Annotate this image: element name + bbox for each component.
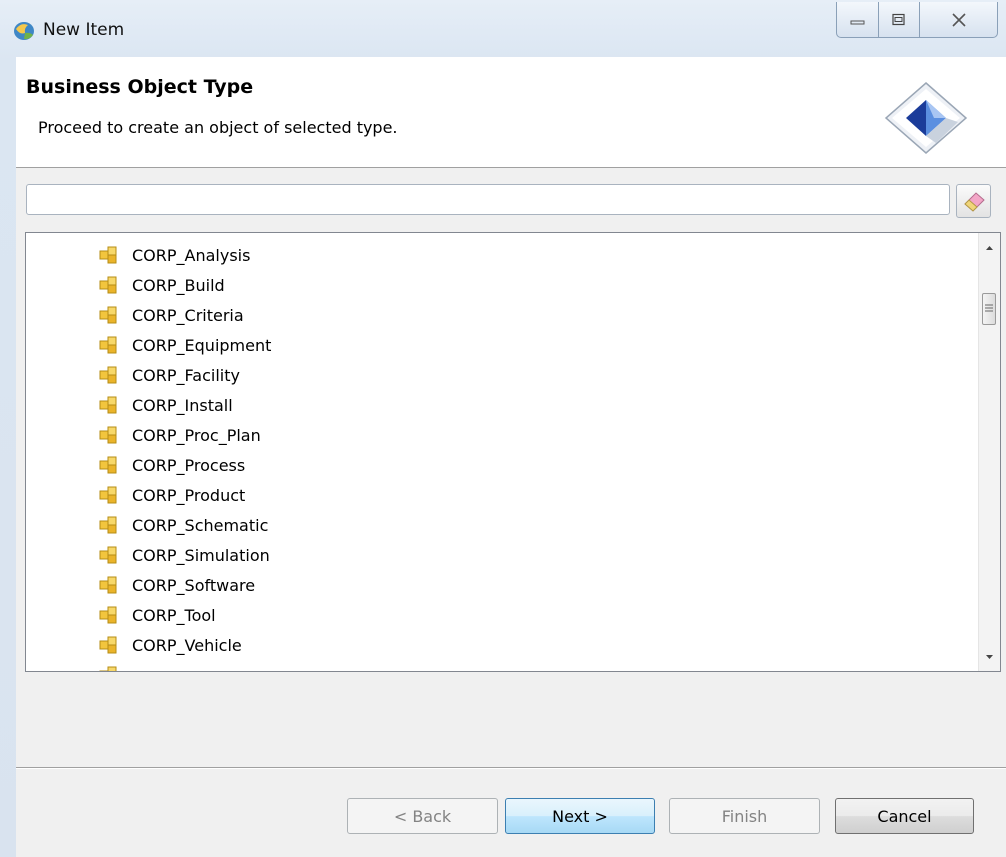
close-button[interactable]: [919, 2, 998, 38]
tree-item[interactable]: CORP_Vehicle: [98, 630, 242, 660]
tree-item-label: CORP_Install: [132, 395, 233, 415]
minimize-icon: [850, 20, 864, 24]
back-button[interactable]: < Back: [347, 798, 498, 834]
business-object-icon: [99, 546, 117, 564]
grip-icon: [985, 304, 993, 312]
business-object-icon: [99, 306, 117, 324]
footer-divider: [16, 767, 1006, 768]
tree-item[interactable]: CORP_Criteria: [98, 300, 244, 330]
tree-item[interactable]: CORP_Build: [98, 270, 225, 300]
finish-button[interactable]: Finish: [669, 798, 820, 834]
business-object-icon: [99, 666, 117, 671]
tree-item-label: CORP_Product: [132, 485, 246, 505]
vertical-scrollbar[interactable]: [978, 233, 1000, 671]
tree-item[interactable]: CORP_Software: [98, 570, 255, 600]
business-object-icon: [99, 276, 117, 294]
business-object-icon: [99, 336, 117, 354]
tree-item[interactable]: CORP_Simulation: [98, 540, 270, 570]
maximize-icon: [892, 13, 905, 25]
maximize-button[interactable]: [878, 2, 920, 38]
new-item-dialog: New Item Business Object Type Proceed to…: [0, 0, 1006, 857]
business-object-icon: [99, 576, 117, 594]
business-object-icon: [99, 426, 117, 444]
dialog-body: Business Object Type Proceed to create a…: [16, 57, 1006, 857]
tree-item[interactable]: CORP_Tool: [98, 600, 216, 630]
scroll-up-button[interactable]: [979, 237, 1000, 258]
eraser-icon: [964, 192, 985, 212]
window-title: New Item: [43, 20, 125, 40]
next-button[interactable]: Next >: [505, 798, 655, 834]
page-title: Business Object Type: [26, 76, 254, 98]
tree-item-label: CORP_Software: [132, 575, 256, 595]
scroll-thumb[interactable]: [982, 293, 996, 325]
tree-item-label: CORP_Vehicle: [132, 635, 242, 655]
app-icon: [14, 22, 34, 40]
business-object-icon: [99, 606, 117, 624]
tree-item-label: CORP_Proc_Plan: [132, 425, 261, 445]
business-object-icon: [99, 456, 117, 474]
tree-item[interactable]: CORP_Facility: [98, 360, 240, 390]
scroll-down-button[interactable]: [979, 646, 1000, 667]
tree-item-label: CORP_Equipment: [132, 335, 272, 355]
filter-input[interactable]: [26, 184, 950, 215]
business-object-tree[interactable]: CORP_Analysis CORP_Build CORP_Criteria C…: [25, 232, 1001, 672]
tree-item[interactable]: CORP_Proc_Plan: [98, 420, 261, 450]
wizard-banner-icon: [884, 82, 968, 154]
business-object-icon: [99, 516, 117, 534]
clear-filter-button[interactable]: [956, 184, 991, 218]
minimize-button[interactable]: [836, 2, 879, 38]
tree-item-label: CORP_Facility: [132, 365, 240, 385]
tree-item-label: CORP_Criteria: [132, 305, 244, 325]
cancel-button[interactable]: Cancel: [835, 798, 974, 834]
business-object-icon: [99, 246, 117, 264]
tree-item[interactable]: CORP_Schematic: [98, 510, 268, 540]
arrow-up-icon: [986, 246, 993, 250]
arrow-down-icon: [986, 655, 993, 659]
tree-item[interactable]: CORP_Process: [98, 450, 245, 480]
tree-item-label: CORP_Simulation: [132, 545, 270, 565]
tree-item[interactable]: CORP_Analysis: [98, 240, 250, 270]
tree-item-label: CORP_Build: [132, 275, 225, 295]
tree-item-label: CORP_Tool: [132, 605, 216, 625]
tree-item-label: CORP_Schematic: [132, 515, 269, 535]
tree-item[interactable]: CORP_Equipment: [98, 330, 271, 360]
tree-item-label: CORP_Process: [132, 455, 246, 475]
title-bar[interactable]: New Item: [0, 0, 1006, 56]
tree-item-partial: [98, 660, 132, 671]
business-object-icon: [99, 486, 117, 504]
business-object-icon: [99, 636, 117, 654]
business-object-icon: [99, 396, 117, 414]
tree-item[interactable]: CORP_Install: [98, 390, 233, 420]
close-icon: [951, 12, 966, 27]
tree-item[interactable]: CORP_Product: [98, 480, 245, 510]
page-description: Proceed to create an object of selected …: [38, 118, 398, 137]
tree-item-label: CORP_Analysis: [132, 245, 251, 265]
wizard-header: Business Object Type Proceed to create a…: [16, 57, 1006, 168]
business-object-icon: [99, 366, 117, 384]
